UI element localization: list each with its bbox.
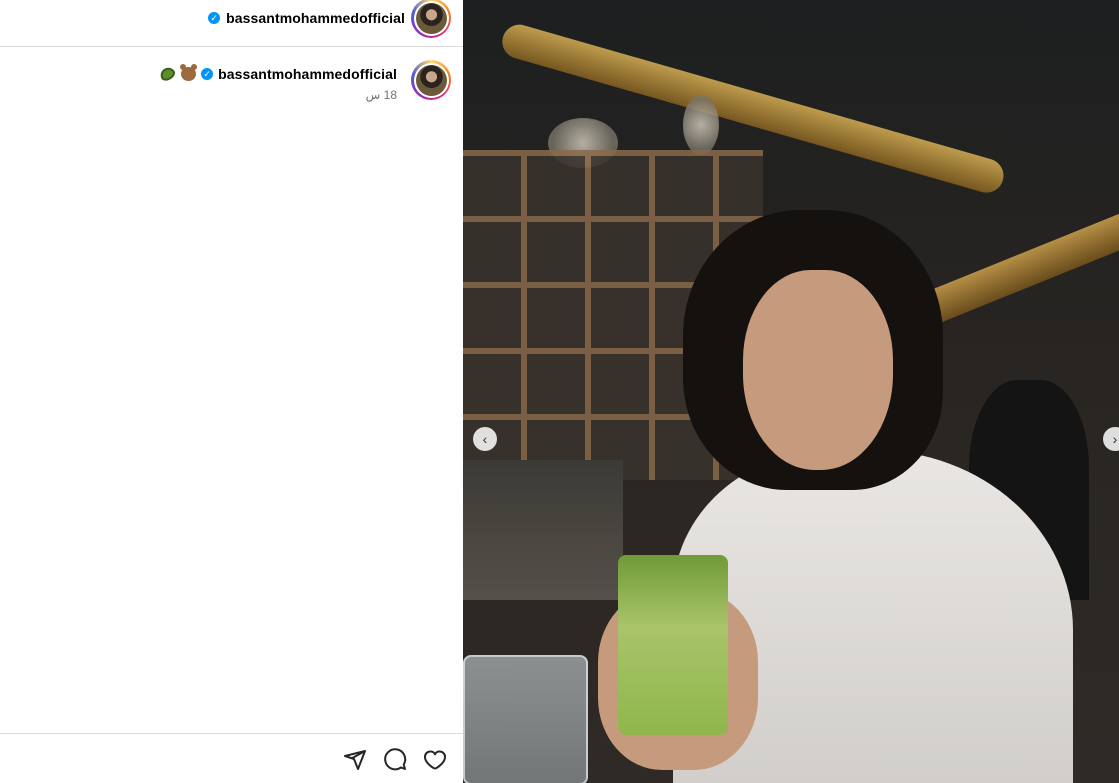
header-username[interactable]: bassantmohammedofficial [226, 10, 405, 26]
chevron-right-icon: › [1112, 431, 1118, 447]
post-photo[interactable]: ‹ › [463, 0, 1119, 783]
like-icon[interactable] [423, 748, 447, 772]
photo-counter [463, 460, 623, 600]
comment-icon[interactable] [383, 748, 407, 772]
photo-water-glass [463, 655, 588, 783]
post-header: ✓ bassantmohammedofficial [0, 0, 463, 47]
header-avatar[interactable] [411, 0, 451, 38]
avatar-image [415, 2, 447, 34]
verified-badge-icon: ✓ [208, 12, 221, 24]
carousel-next-button[interactable]: › [1103, 427, 1119, 451]
avocado-emoji-icon [157, 65, 177, 83]
header-user[interactable]: ✓ bassantmohammedofficial [208, 0, 451, 38]
bear-emoji-icon [179, 64, 197, 82]
avatar-image [415, 64, 447, 96]
chevron-left-icon: ‹ [482, 431, 488, 447]
post-info-panel: ✓ bassantmohammedofficial ✓ bassantmoham… [0, 0, 463, 783]
comment-timestamp[interactable]: 18 س [366, 88, 397, 102]
comment-avatar[interactable] [411, 60, 451, 100]
verified-badge-icon: ✓ [201, 68, 214, 80]
share-icon[interactable] [343, 748, 367, 772]
photo-lamp [683, 95, 719, 155]
photo-drink-glass [618, 555, 728, 735]
caption-comment: ✓ bassantmohammedofficial 18 س [157, 60, 451, 102]
comment-username[interactable]: bassantmohammedofficial [218, 66, 397, 82]
carousel-prev-button[interactable]: ‹ [473, 427, 497, 451]
post-actions-bar [0, 733, 463, 783]
